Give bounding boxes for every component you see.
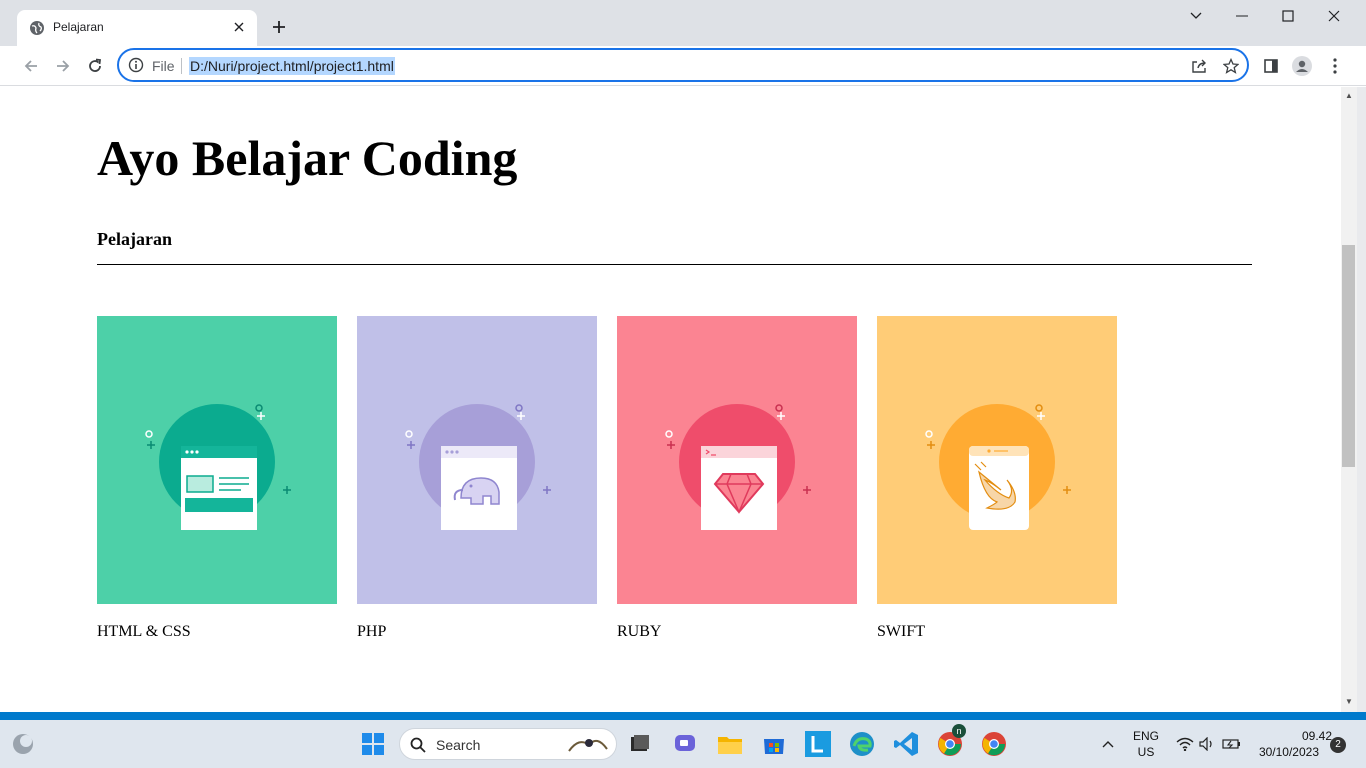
clock-time[interactable]: 09.42 <box>1252 729 1332 743</box>
course-card-ruby[interactable]: RUBY <box>617 316 857 640</box>
windows-taskbar: Search n ENG US 09.42 30/10/2023 2 <box>0 720 1366 768</box>
course-label[interactable]: SWIFT <box>877 623 925 641</box>
divider <box>97 264 1252 265</box>
reload-icon[interactable] <box>83 54 107 78</box>
scroll-up-arrow-icon[interactable]: ▲ <box>1344 91 1354 101</box>
page-title: Ayo Belajar Coding <box>97 130 518 186</box>
course-card-php[interactable]: PHP <box>357 316 597 640</box>
language-indicator-top[interactable]: ENG <box>1128 729 1164 743</box>
course-card-html-css[interactable]: HTML & CSS <box>97 316 337 640</box>
address-bar[interactable]: File D:/Nuri/project.html/project1.html <box>117 48 1249 82</box>
tab-close-icon[interactable] <box>229 17 249 37</box>
search-label: Search <box>436 737 481 753</box>
tab-title: Pelajaran <box>53 20 104 34</box>
kebab-menu-icon[interactable] <box>1325 56 1345 76</box>
vscode-icon[interactable] <box>892 730 920 758</box>
section-title: Pelajaran <box>97 229 172 249</box>
chrome-profile-icon[interactable]: n <box>936 724 966 758</box>
browser-window: Pelajaran File D:/Nuri/project.html/proj… <box>0 0 1366 712</box>
background-window-edge <box>1357 87 1366 712</box>
globe-icon <box>30 21 44 35</box>
page-viewport: Ayo Belajar Coding Pelajaran HTML & CSS … <box>9 87 1341 712</box>
teams-chat-icon[interactable] <box>671 730 699 758</box>
clock-date[interactable]: 30/10/2023 <box>1252 745 1319 759</box>
search-icon <box>410 737 426 753</box>
l-app-icon[interactable] <box>804 730 832 758</box>
maximize-icon[interactable] <box>1265 4 1311 28</box>
windows-start-icon[interactable] <box>359 730 387 758</box>
web-page-icon <box>145 404 291 530</box>
elephant-icon <box>405 404 551 530</box>
course-label[interactable]: HTML & CSS <box>97 623 191 641</box>
notification-count-badge[interactable]: 2 <box>1330 737 1346 753</box>
ruby-gem-icon <box>665 404 811 530</box>
chrome-icon[interactable] <box>980 730 1008 758</box>
vertical-scrollbar[interactable]: ▲ ▼ <box>1341 87 1357 712</box>
volume-icon[interactable] <box>1193 730 1221 758</box>
new-tab-plus-icon[interactable] <box>268 16 290 38</box>
weather-widget-icon[interactable] <box>9 730 37 758</box>
bookmark-star-icon[interactable] <box>1222 57 1240 75</box>
tab-pelajaran[interactable]: Pelajaran <box>17 10 257 46</box>
course-card-swift[interactable]: SWIFT <box>877 316 1117 640</box>
show-hidden-icons-chevron[interactable] <box>1094 730 1122 758</box>
scroll-down-arrow-icon[interactable]: ▼ <box>1344 697 1354 707</box>
card-image <box>357 316 597 604</box>
share-icon[interactable] <box>1190 57 1208 75</box>
edge-browser-icon[interactable] <box>848 730 876 758</box>
address-separator <box>181 58 182 74</box>
swift-bird-icon <box>925 404 1071 530</box>
course-label[interactable]: PHP <box>357 623 386 641</box>
card-image <box>877 316 1117 604</box>
url-text[interactable]: D:/Nuri/project.html/project1.html <box>189 57 395 75</box>
minimize-icon[interactable] <box>1219 4 1265 28</box>
battery-icon[interactable] <box>1218 730 1246 758</box>
back-arrow-icon[interactable] <box>19 54 43 78</box>
forward-arrow-icon[interactable] <box>51 54 75 78</box>
file-scheme-label: File <box>152 58 175 74</box>
info-icon[interactable] <box>128 57 144 73</box>
side-panel-icon[interactable] <box>1261 56 1281 76</box>
language-indicator-bottom[interactable]: US <box>1128 745 1164 759</box>
task-view-icon[interactable] <box>626 730 654 758</box>
chrome-profile-badge: n <box>952 724 966 738</box>
card-image <box>97 316 337 604</box>
browser-toolbar: File D:/Nuri/project.html/project1.html <box>0 46 1366 86</box>
course-label[interactable]: RUBY <box>617 623 661 641</box>
tab-search-chevron-icon[interactable] <box>1173 4 1219 28</box>
file-explorer-icon[interactable] <box>716 730 744 758</box>
search-highlight-icon <box>568 739 608 752</box>
microsoft-store-icon[interactable] <box>760 730 788 758</box>
close-window-icon[interactable] <box>1311 4 1357 28</box>
tab-strip: Pelajaran <box>0 0 1366 46</box>
profile-avatar-icon[interactable] <box>1292 56 1312 76</box>
taskbar-search[interactable]: Search <box>399 728 617 760</box>
card-image <box>617 316 857 604</box>
editor-edge <box>0 87 9 712</box>
scroll-thumb[interactable] <box>1342 245 1355 467</box>
editor-status-bar <box>0 712 1366 720</box>
